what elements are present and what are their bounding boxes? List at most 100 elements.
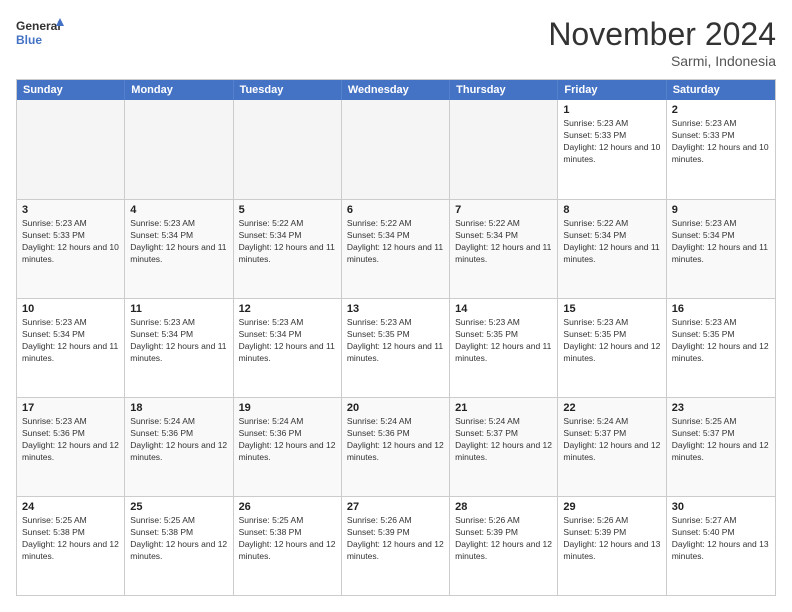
day-number: 17 xyxy=(22,402,119,414)
day-info: Sunrise: 5:22 AMSunset: 5:34 PMDaylight:… xyxy=(563,218,660,266)
day-info: Sunrise: 5:23 AMSunset: 5:35 PMDaylight:… xyxy=(672,317,770,365)
day-info: Sunrise: 5:24 AMSunset: 5:36 PMDaylight:… xyxy=(347,416,444,464)
empty-cell xyxy=(17,100,125,199)
day-info: Sunrise: 5:23 AMSunset: 5:33 PMDaylight:… xyxy=(22,218,119,266)
day-info: Sunrise: 5:24 AMSunset: 5:36 PMDaylight:… xyxy=(130,416,227,464)
svg-text:General: General xyxy=(16,19,61,33)
day-number: 5 xyxy=(239,204,336,216)
day-info: Sunrise: 5:23 AMSunset: 5:34 PMDaylight:… xyxy=(130,218,227,266)
day-number: 23 xyxy=(672,402,770,414)
day-info: Sunrise: 5:27 AMSunset: 5:40 PMDaylight:… xyxy=(672,515,770,563)
day-cell-21: 21 Sunrise: 5:24 AMSunset: 5:37 PMDayligh… xyxy=(450,398,558,496)
day-cell-4: 4 Sunrise: 5:23 AMSunset: 5:34 PMDaylight… xyxy=(125,200,233,298)
page: General Blue November 2024 Sarmi, Indone… xyxy=(0,0,792,612)
header-day-tuesday: Tuesday xyxy=(234,80,342,100)
day-number: 7 xyxy=(455,204,552,216)
day-info: Sunrise: 5:23 AMSunset: 5:35 PMDaylight:… xyxy=(563,317,660,365)
day-cell-3: 3 Sunrise: 5:23 AMSunset: 5:33 PMDaylight… xyxy=(17,200,125,298)
calendar-header: SundayMondayTuesdayWednesdayThursdayFrid… xyxy=(17,80,775,100)
header-day-sunday: Sunday xyxy=(17,80,125,100)
day-number: 22 xyxy=(563,402,660,414)
empty-cell xyxy=(125,100,233,199)
day-number: 11 xyxy=(130,303,227,315)
day-cell-23: 23 Sunrise: 5:25 AMSunset: 5:37 PMDayligh… xyxy=(667,398,775,496)
day-number: 15 xyxy=(563,303,660,315)
svg-text:Blue: Blue xyxy=(16,33,42,47)
day-info: Sunrise: 5:23 AMSunset: 5:34 PMDaylight:… xyxy=(672,218,770,266)
day-number: 20 xyxy=(347,402,444,414)
day-info: Sunrise: 5:23 AMSunset: 5:34 PMDaylight:… xyxy=(130,317,227,365)
day-cell-22: 22 Sunrise: 5:24 AMSunset: 5:37 PMDayligh… xyxy=(558,398,666,496)
day-info: Sunrise: 5:23 AMSunset: 5:36 PMDaylight:… xyxy=(22,416,119,464)
day-info: Sunrise: 5:23 AMSunset: 5:34 PMDaylight:… xyxy=(22,317,119,365)
logo: General Blue xyxy=(16,16,64,52)
day-info: Sunrise: 5:25 AMSunset: 5:38 PMDaylight:… xyxy=(239,515,336,563)
day-info: Sunrise: 5:25 AMSunset: 5:37 PMDaylight:… xyxy=(672,416,770,464)
day-cell-20: 20 Sunrise: 5:24 AMSunset: 5:36 PMDayligh… xyxy=(342,398,450,496)
header-day-saturday: Saturday xyxy=(667,80,775,100)
header: General Blue November 2024 Sarmi, Indone… xyxy=(16,16,776,69)
day-cell-2: 2 Sunrise: 5:23 AMSunset: 5:33 PMDaylight… xyxy=(667,100,775,199)
calendar-row-3: 10 Sunrise: 5:23 AMSunset: 5:34 PMDayligh… xyxy=(17,298,775,397)
day-number: 25 xyxy=(130,501,227,513)
location-subtitle: Sarmi, Indonesia xyxy=(548,53,776,69)
day-info: Sunrise: 5:26 AMSunset: 5:39 PMDaylight:… xyxy=(455,515,552,563)
header-day-friday: Friday xyxy=(558,80,666,100)
header-day-monday: Monday xyxy=(125,80,233,100)
day-cell-7: 7 Sunrise: 5:22 AMSunset: 5:34 PMDaylight… xyxy=(450,200,558,298)
empty-cell xyxy=(342,100,450,199)
day-info: Sunrise: 5:24 AMSunset: 5:36 PMDaylight:… xyxy=(239,416,336,464)
day-info: Sunrise: 5:25 AMSunset: 5:38 PMDaylight:… xyxy=(22,515,119,563)
day-cell-29: 29Sunrise: 5:26 AMSunset: 5:39 PMDayligh… xyxy=(558,497,666,595)
day-number: 18 xyxy=(130,402,227,414)
day-cell-24: 24 Sunrise: 5:25 AMSunset: 5:38 PMDayligh… xyxy=(17,497,125,595)
day-info: Sunrise: 5:24 AMSunset: 5:37 PMDaylight:… xyxy=(455,416,552,464)
day-cell-1: 1 Sunrise: 5:23 AMSunset: 5:33 PMDaylight… xyxy=(558,100,666,199)
day-info: Sunrise: 5:24 AMSunset: 5:37 PMDaylight:… xyxy=(563,416,660,464)
day-cell-16: 16Sunrise: 5:23 AMSunset: 5:35 PMDayligh… xyxy=(667,299,775,397)
day-number: 29 xyxy=(563,501,660,513)
day-number: 10 xyxy=(22,303,119,315)
day-number: 21 xyxy=(455,402,552,414)
day-number: 24 xyxy=(22,501,119,513)
day-info: Sunrise: 5:22 AMSunset: 5:34 PMDaylight:… xyxy=(455,218,552,266)
day-number: 6 xyxy=(347,204,444,216)
day-number: 28 xyxy=(455,501,552,513)
day-cell-13: 13 Sunrise: 5:23 AMSunset: 5:35 PMDayligh… xyxy=(342,299,450,397)
day-number: 30 xyxy=(672,501,770,513)
day-cell-11: 11 Sunrise: 5:23 AMSunset: 5:34 PMDayligh… xyxy=(125,299,233,397)
month-title: November 2024 xyxy=(548,16,776,53)
day-number: 1 xyxy=(563,104,660,116)
day-info: Sunrise: 5:26 AMSunset: 5:39 PMDaylight:… xyxy=(347,515,444,563)
day-cell-26: 26Sunrise: 5:25 AMSunset: 5:38 PMDayligh… xyxy=(234,497,342,595)
header-day-thursday: Thursday xyxy=(450,80,558,100)
calendar-row-5: 24 Sunrise: 5:25 AMSunset: 5:38 PMDayligh… xyxy=(17,496,775,595)
day-info: Sunrise: 5:23 AMSunset: 5:33 PMDaylight:… xyxy=(672,118,770,166)
day-cell-12: 12 Sunrise: 5:23 AMSunset: 5:34 PMDayligh… xyxy=(234,299,342,397)
day-info: Sunrise: 5:22 AMSunset: 5:34 PMDaylight:… xyxy=(239,218,336,266)
day-cell-14: 14 Sunrise: 5:23 AMSunset: 5:35 PMDayligh… xyxy=(450,299,558,397)
day-info: Sunrise: 5:23 AMSunset: 5:35 PMDaylight:… xyxy=(347,317,444,365)
day-cell-8: 8Sunrise: 5:22 AMSunset: 5:34 PMDaylight… xyxy=(558,200,666,298)
header-day-wednesday: Wednesday xyxy=(342,80,450,100)
day-number: 27 xyxy=(347,501,444,513)
day-number: 4 xyxy=(130,204,227,216)
day-number: 14 xyxy=(455,303,552,315)
day-cell-19: 19 Sunrise: 5:24 AMSunset: 5:36 PMDayligh… xyxy=(234,398,342,496)
day-info: Sunrise: 5:23 AMSunset: 5:35 PMDaylight:… xyxy=(455,317,552,365)
day-number: 19 xyxy=(239,402,336,414)
empty-cell xyxy=(450,100,558,199)
day-info: Sunrise: 5:23 AMSunset: 5:33 PMDaylight:… xyxy=(563,118,660,166)
empty-cell xyxy=(234,100,342,199)
day-cell-25: 25Sunrise: 5:25 AMSunset: 5:38 PMDayligh… xyxy=(125,497,233,595)
day-number: 13 xyxy=(347,303,444,315)
day-number: 12 xyxy=(239,303,336,315)
day-info: Sunrise: 5:23 AMSunset: 5:34 PMDaylight:… xyxy=(239,317,336,365)
day-cell-18: 18 Sunrise: 5:24 AMSunset: 5:36 PMDayligh… xyxy=(125,398,233,496)
day-cell-27: 27 Sunrise: 5:26 AMSunset: 5:39 PMDayligh… xyxy=(342,497,450,595)
day-number: 3 xyxy=(22,204,119,216)
day-cell-17: 17 Sunrise: 5:23 AMSunset: 5:36 PMDayligh… xyxy=(17,398,125,496)
day-number: 2 xyxy=(672,104,770,116)
calendar: SundayMondayTuesdayWednesdayThursdayFrid… xyxy=(16,79,776,596)
calendar-row-2: 3 Sunrise: 5:23 AMSunset: 5:33 PMDaylight… xyxy=(17,199,775,298)
